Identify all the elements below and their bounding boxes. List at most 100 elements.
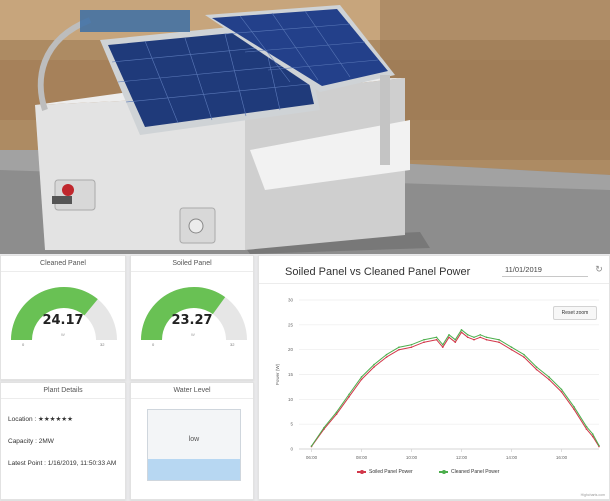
y-tick-label: 0 <box>290 447 293 452</box>
data-point <box>435 336 438 339</box>
data-point <box>498 338 500 341</box>
cleaned-panel-unit: W <box>61 332 65 337</box>
legend-cleaned-label: Cleaned Panel Power <box>451 469 500 475</box>
plant-details-card: Plant Details Location : ★★★★★★ Capacity… <box>0 382 126 500</box>
data-point <box>323 426 325 429</box>
data-point <box>410 346 413 348</box>
legend-swatch-cleaned <box>439 469 448 474</box>
power-chart-card: Soiled Panel vs Cleaned Panel Power ↻ 05… <box>258 255 610 500</box>
soiled-panel-max: 32 <box>230 342 235 347</box>
reset-zoom-button[interactable]: Reset zoom <box>553 306 597 320</box>
legend-swatch-soiled <box>357 469 366 474</box>
data-point <box>535 368 538 371</box>
data-point <box>548 378 550 381</box>
data-point <box>398 348 400 351</box>
soiled-panel-title: Soiled Panel <box>172 260 212 267</box>
data-point <box>573 405 575 408</box>
card-divider <box>131 271 253 272</box>
plant-latest-point: Latest Point : 1/16/2019, 11:50:33 AM <box>8 460 117 467</box>
data-point <box>466 333 469 336</box>
data-point <box>460 331 463 334</box>
chart-credit: Highcharts.com <box>580 493 605 497</box>
legend-soiled-label: Soiled Panel Power <box>369 469 413 475</box>
card-divider <box>131 398 253 399</box>
y-tick-label: 10 <box>288 397 294 402</box>
data-point <box>523 356 525 358</box>
data-point <box>498 341 500 344</box>
soiled-panel-value: 23.27 <box>171 313 213 328</box>
legend-cleaned[interactable]: Cleaned Panel Power <box>439 469 499 475</box>
water-level-label: low <box>188 436 200 443</box>
data-point <box>448 336 450 339</box>
soiled-panel-min: 0 <box>152 342 155 347</box>
x-tick-label: 16:00 <box>556 455 568 460</box>
legend-soiled[interactable]: Soiled Panel Power <box>357 469 413 475</box>
water-level-card: Water Level low <box>130 382 254 500</box>
data-point <box>348 393 350 396</box>
solar-panel-photo <box>0 0 610 254</box>
cleaned-panel-max: 32 <box>100 342 105 347</box>
water-fill <box>148 459 240 480</box>
card-divider <box>1 271 125 272</box>
data-point <box>360 376 363 378</box>
data-point <box>441 343 444 346</box>
plant-capacity: Capacity : 2MW <box>8 438 54 445</box>
water-level-title: Water Level <box>173 387 211 394</box>
cleaned-panel-value: 24.17 <box>42 313 84 328</box>
data-point <box>423 338 425 341</box>
x-tick-label: 06:00 <box>306 455 318 460</box>
data-point <box>454 341 457 344</box>
data-point <box>591 433 594 435</box>
data-point <box>398 346 400 348</box>
data-point <box>560 391 563 393</box>
data-point <box>485 336 488 339</box>
data-point <box>385 356 388 358</box>
data-point <box>548 376 550 378</box>
field-photo <box>0 0 610 254</box>
data-point <box>560 388 563 391</box>
data-point <box>473 336 475 339</box>
data-point <box>479 336 482 339</box>
cleaned-panel-card: Cleaned Panel 24.17 W 0 32 <box>0 255 126 380</box>
water-tank: low <box>147 409 241 481</box>
x-tick-label: 10:00 <box>406 455 418 460</box>
data-point <box>348 396 350 398</box>
data-point <box>460 329 463 331</box>
data-point <box>360 378 363 381</box>
x-tick-label: 14:00 <box>506 455 518 460</box>
data-point <box>448 333 450 336</box>
data-point <box>435 338 438 341</box>
data-point <box>479 333 482 336</box>
data-point <box>373 363 375 366</box>
data-point <box>585 428 588 430</box>
data-point <box>473 338 475 341</box>
data-point <box>523 353 525 356</box>
data-point <box>510 346 513 348</box>
data-point <box>335 411 338 414</box>
cleaned-panel-title: Cleaned Panel <box>40 260 86 267</box>
y-tick-label: 20 <box>288 347 294 352</box>
data-point <box>535 366 538 368</box>
cleaned-panel-min: 0 <box>22 342 25 347</box>
data-point <box>573 408 575 411</box>
card-divider <box>1 398 125 399</box>
series-line-cleaned <box>311 329 600 447</box>
data-point <box>385 353 388 356</box>
data-point <box>310 445 313 447</box>
plant-location: Location : ★★★★★★ <box>8 416 73 423</box>
plant-details-title: Plant Details <box>43 387 83 394</box>
y-tick-label: 30 <box>288 298 294 303</box>
soiled-panel-card: Soiled Panel 23.27 W 0 32 <box>130 255 254 380</box>
x-tick-label: 12:00 <box>456 455 468 460</box>
y-tick-label: 5 <box>290 422 293 427</box>
data-point <box>485 338 488 341</box>
y-tick-label: 15 <box>288 372 294 377</box>
data-point <box>373 366 375 368</box>
data-point <box>510 348 513 351</box>
data-point <box>410 343 413 346</box>
power-line-chart: 0 5 10 15 20 25 30 06:00 08:00 10:00 12:00 14:00 16:… <box>275 298 600 460</box>
y-axis-label: Power (W) <box>275 363 280 385</box>
soiled-panel-unit: W <box>191 332 195 337</box>
data-point <box>441 346 444 348</box>
data-point <box>466 336 469 339</box>
